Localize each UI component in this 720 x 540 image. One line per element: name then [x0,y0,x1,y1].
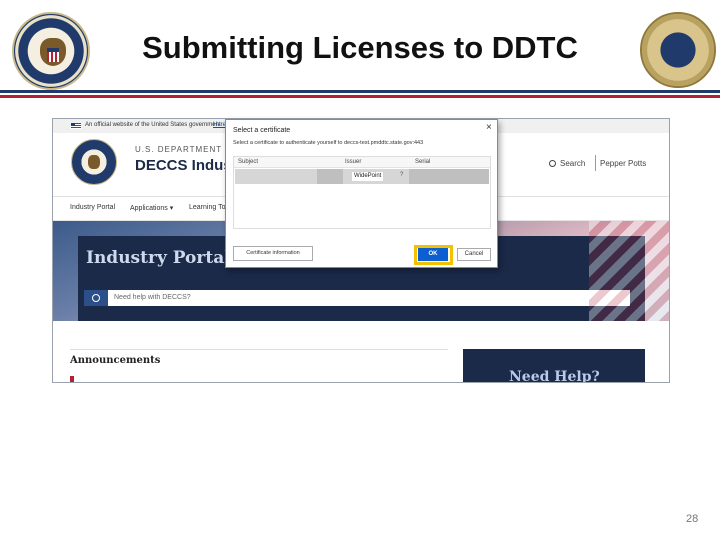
us-flag-icon [71,123,81,129]
ddtc-seal-text: DDTC [660,42,696,53]
redacted-subject [317,169,343,184]
redacted-serial [409,169,489,184]
close-icon[interactable]: × [486,122,492,133]
dialog-title: Select a certificate [233,127,291,134]
nav-applications[interactable]: Applications ▾ [130,204,173,212]
certificate-table: Subject Issuer Serial WidePoint ? [233,156,491,229]
gov-banner-text: An official website of the United States… [85,122,221,128]
certificate-table-header: Subject Issuer Serial [234,157,490,168]
announcement-marker [70,376,74,382]
certificate-extra: ? [400,172,404,178]
column-serial: Serial [415,159,431,165]
column-subject: Subject [238,159,259,165]
need-help-panel: Need Help? [463,349,645,383]
site-title: DECCS Indus [135,157,232,174]
help-search-input[interactable]: Need help with DECCS? [84,290,630,306]
user-menu[interactable]: Pepper Potts [600,159,646,168]
nav-learning-tools[interactable]: Learning To [189,204,225,211]
select-certificate-dialog: Select a certificate × Select a certific… [225,119,498,268]
announcements-divider [70,349,448,350]
ok-button[interactable]: OK [418,248,448,261]
certificate-information-button[interactable]: Certificate information [233,246,313,261]
slide-title: Submitting Licenses to DDTC [142,30,578,65]
need-help-title: Need Help? [509,369,600,383]
search-button[interactable] [84,290,108,306]
page-number: 28 [686,513,699,525]
nav-industry-portal[interactable]: Industry Portal [70,204,115,211]
search-label: Search [560,159,586,168]
ddtc-seal: DDTC [640,12,716,88]
portal-title: Industry Portal [86,248,231,268]
cancel-button[interactable]: Cancel [457,248,491,261]
search-placeholder: Need help with DECCS? [114,294,191,301]
search-icon [549,160,556,167]
dos-seal-icon [71,139,117,185]
header-divider [595,155,596,171]
certificate-issuer: WidePoint [352,172,384,181]
column-issuer: Issuer [345,159,362,165]
certificate-row[interactable]: WidePoint ? [235,169,489,184]
dialog-instruction: Select a certificate to authenticate you… [233,140,424,146]
announcements-heading: Announcements [70,355,161,366]
header-rule-red [0,95,720,98]
search-link[interactable]: Search [549,159,585,168]
